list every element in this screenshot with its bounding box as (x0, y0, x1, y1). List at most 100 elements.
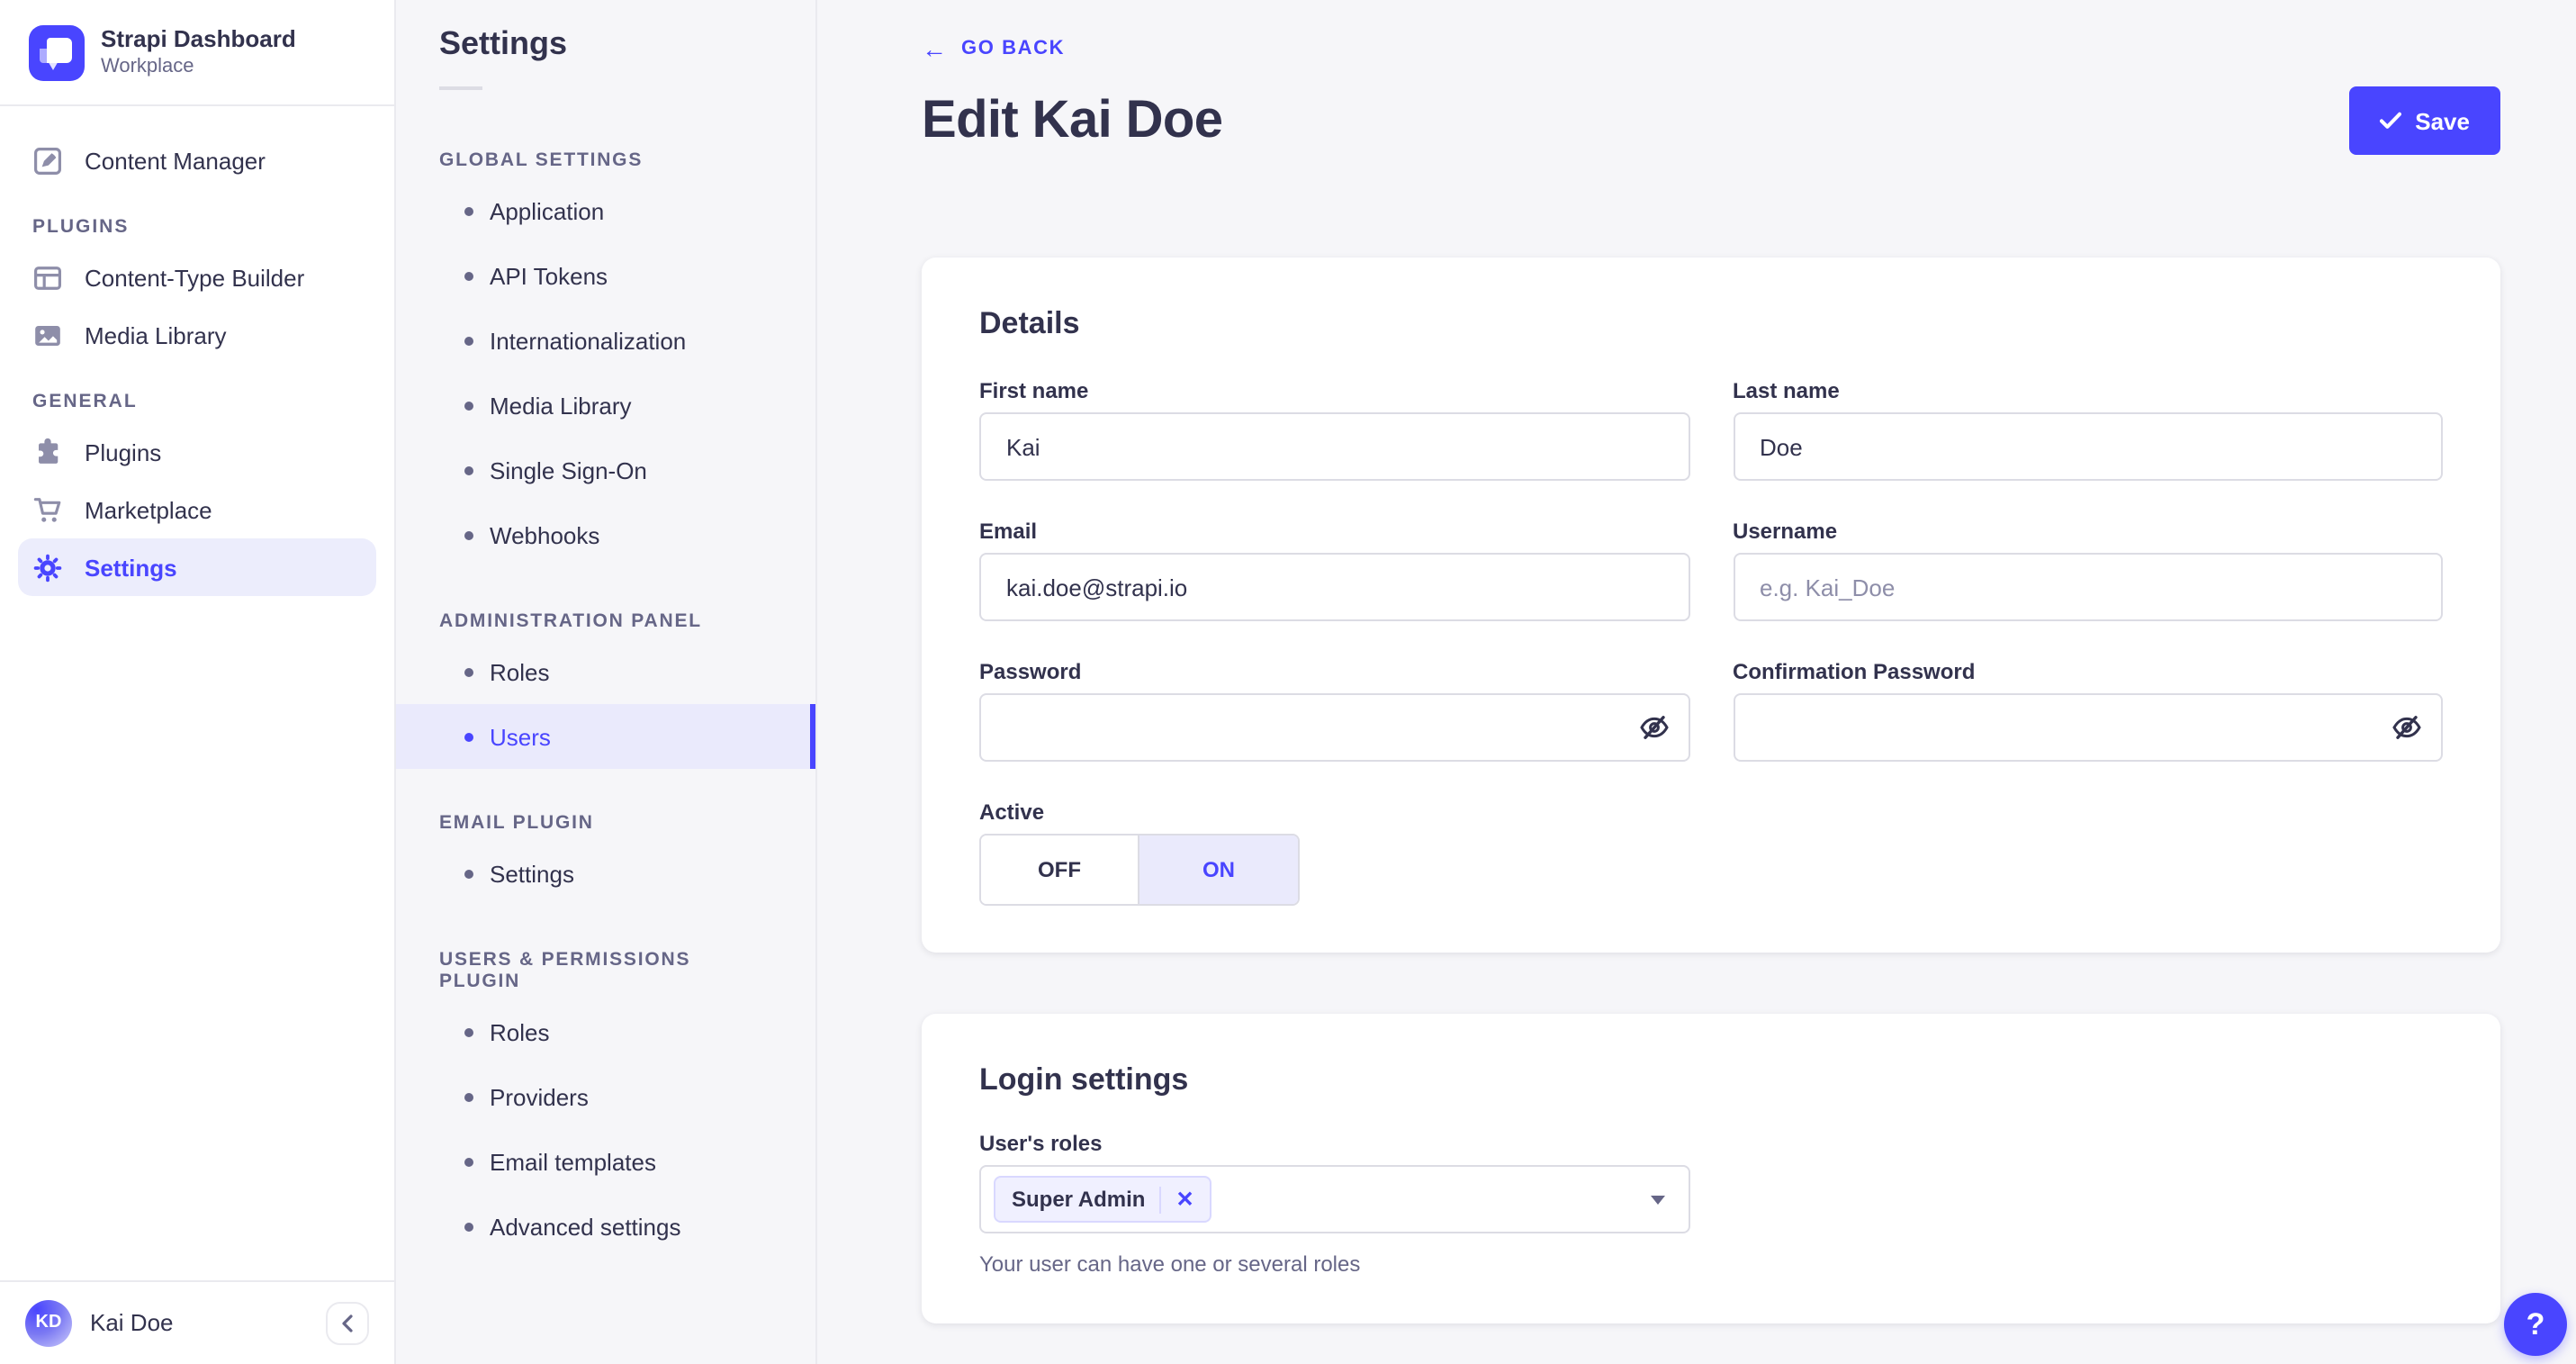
subnav-section-global-settings: GLOBAL SETTINGS (439, 149, 644, 171)
remove-role-icon[interactable]: ✕ (1175, 1188, 1193, 1210)
page-title: Edit Kai Doe (922, 91, 1223, 149)
help-button-label: ? (2526, 1306, 2545, 1341)
subnav-divider (439, 86, 482, 90)
bullet-icon (464, 206, 473, 215)
first-name-field-group: First name (979, 378, 1689, 481)
password-input[interactable] (979, 693, 1689, 762)
details-fields-grid: First name Last name Email (979, 378, 2443, 762)
check-icon (2379, 112, 2401, 129)
sidebar-item-label: Marketplace (85, 496, 212, 523)
bullet-icon (464, 271, 473, 280)
details-card-title: Details (979, 306, 1080, 340)
subnav-item-up-roles[interactable]: Roles (396, 999, 815, 1064)
confirmation-password-label: Confirmation Password (1733, 659, 1976, 684)
user-roles-select[interactable]: Super Admin ✕ (979, 1165, 1690, 1233)
active-toggle-on[interactable]: ON (1139, 836, 1298, 904)
email-label: Email (979, 519, 1038, 544)
bullet-icon (464, 465, 473, 474)
main-sidebar: Strapi Dashboard Workplace Content Manag… (0, 0, 396, 1364)
subnav-item-email-settings[interactable]: Settings (396, 841, 815, 906)
strapi-admin-app: Strapi Dashboard Workplace Content Manag… (0, 0, 2576, 1364)
avatar[interactable]: KD (25, 1299, 72, 1346)
sidebar-item-content-manager[interactable]: Content Manager (18, 131, 376, 189)
main-content: ← GO BACK Edit Kai Doe Save Details Firs… (817, 0, 2576, 1364)
user-roles-field-group: User's roles Super Admin ✕ Your user can… (979, 1131, 2443, 1277)
last-name-label: Last name (1733, 378, 1840, 403)
first-name-input[interactable] (979, 412, 1689, 481)
toggle-password-visibility-button[interactable] (1637, 711, 1670, 744)
go-back-link[interactable]: ← GO BACK (922, 36, 1065, 61)
active-label: Active (979, 799, 1045, 825)
role-chip: Super Admin ✕ (994, 1176, 1212, 1223)
confirmation-password-input[interactable] (1733, 693, 2443, 762)
first-name-label: First name (979, 378, 1089, 403)
user-roles-label: User's roles (979, 1131, 1103, 1156)
subnav-item-application[interactable]: Application (396, 178, 815, 243)
password-field-group: Password (979, 659, 1689, 762)
bullet-icon (464, 1027, 473, 1036)
sidebar-item-media-library[interactable]: Media Library (18, 306, 376, 364)
active-toggle-group: Active OFF ON (979, 799, 1300, 906)
confirmation-password-field-group: Confirmation Password (1733, 659, 2443, 762)
save-button-label: Save (2415, 107, 2470, 134)
subnav-title: Settings (439, 25, 568, 61)
subnav-item-api-tokens[interactable]: API Tokens (396, 243, 815, 308)
sidebar-item-label: Settings (85, 554, 177, 581)
settings-icon (32, 552, 63, 583)
details-card: Details First name Last name Email (922, 257, 2500, 953)
sidebar-nav: Content Manager PLUGINS Content-Type Bui… (0, 106, 394, 1279)
chevron-left-icon (342, 1314, 353, 1332)
settings-subnav: Settings GLOBAL SETTINGS Application API… (396, 0, 817, 1364)
brand-text: Strapi Dashboard Workplace (101, 25, 296, 80)
sidebar-item-plugins[interactable]: Plugins (18, 423, 376, 481)
eye-off-icon (2392, 716, 2421, 739)
subnav-item-webhooks[interactable]: Webhooks (396, 502, 815, 567)
sidebar-section-general: GENERAL (32, 391, 138, 412)
collapse-sidebar-button[interactable] (326, 1301, 369, 1344)
login-settings-card: Login settings User's roles Super Admin … (922, 1014, 2500, 1323)
active-toggle-off[interactable]: OFF (981, 836, 1139, 904)
sidebar-item-label: Content-Type Builder (85, 264, 305, 291)
workspace-switcher[interactable]: Strapi Dashboard Workplace (0, 0, 394, 106)
help-button[interactable]: ? (2504, 1293, 2567, 1356)
roles-helper-text: Your user can have one or several roles (979, 1251, 1361, 1277)
chevron-down-icon (1651, 1196, 1665, 1205)
password-label: Password (979, 659, 1082, 684)
content-manager-icon (32, 145, 63, 176)
toggle-confirmation-password-visibility-button[interactable] (2391, 711, 2423, 744)
bullet-icon (464, 667, 473, 676)
plugins-icon (32, 437, 63, 467)
subnav-item-up-advanced-settings[interactable]: Advanced settings (396, 1194, 815, 1259)
bullet-icon (464, 1222, 473, 1231)
bullet-icon (464, 869, 473, 878)
sidebar-footer: KD Kai Doe (0, 1279, 394, 1364)
workspace-subtitle: Workplace (101, 56, 194, 78)
save-button[interactable]: Save (2348, 86, 2500, 155)
go-back-label: GO BACK (961, 38, 1066, 59)
login-settings-title: Login settings (979, 1062, 1189, 1097)
email-input[interactable] (979, 553, 1689, 621)
subnav-item-up-email-templates[interactable]: Email templates (396, 1129, 815, 1194)
username-input[interactable] (1733, 553, 2443, 621)
subnav-item-single-sign-on[interactable]: Single Sign-On (396, 438, 815, 502)
bullet-icon (464, 1157, 473, 1166)
sidebar-item-marketplace[interactable]: Marketplace (18, 481, 376, 538)
subnav-item-media-library[interactable]: Media Library (396, 373, 815, 438)
media-library-icon (32, 320, 63, 350)
role-chip-label: Super Admin (1012, 1187, 1146, 1212)
subnav-item-internationalization[interactable]: Internationalization (396, 308, 815, 373)
username-label: Username (1733, 519, 1838, 544)
sidebar-item-label: Plugins (85, 438, 162, 465)
active-toggle: OFF ON (979, 834, 1300, 906)
sidebar-item-content-type-builder[interactable]: Content-Type Builder (18, 248, 376, 306)
subnav-section-users-permissions-plugin: USERS & PERMISSIONS PLUGIN (439, 949, 691, 992)
subnav-item-up-providers[interactable]: Providers (396, 1064, 815, 1129)
subnav-section-email-plugin: EMAIL PLUGIN (439, 812, 594, 834)
bullet-icon (464, 530, 473, 539)
last-name-input[interactable] (1733, 412, 2443, 481)
bullet-icon (464, 1092, 473, 1101)
subnav-item-admin-users[interactable]: Users (396, 704, 815, 769)
subnav-item-admin-roles[interactable]: Roles (396, 639, 815, 704)
page-header: Edit Kai Doe Save (922, 86, 2500, 155)
sidebar-item-settings[interactable]: Settings (18, 538, 376, 596)
